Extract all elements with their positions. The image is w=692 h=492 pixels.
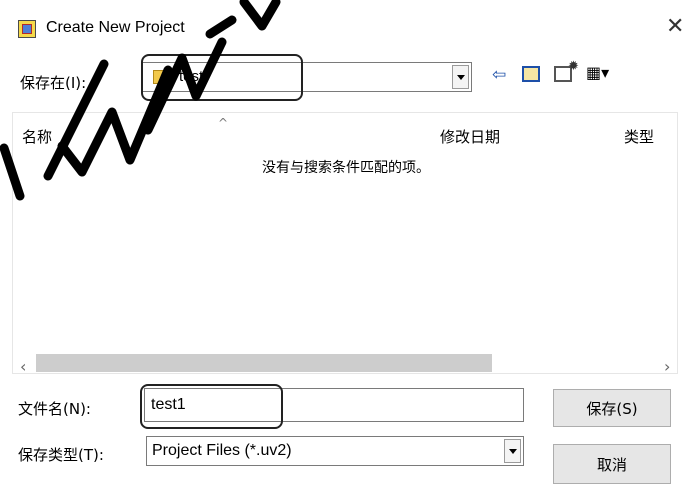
watermark-strokes: [0, 0, 281, 201]
